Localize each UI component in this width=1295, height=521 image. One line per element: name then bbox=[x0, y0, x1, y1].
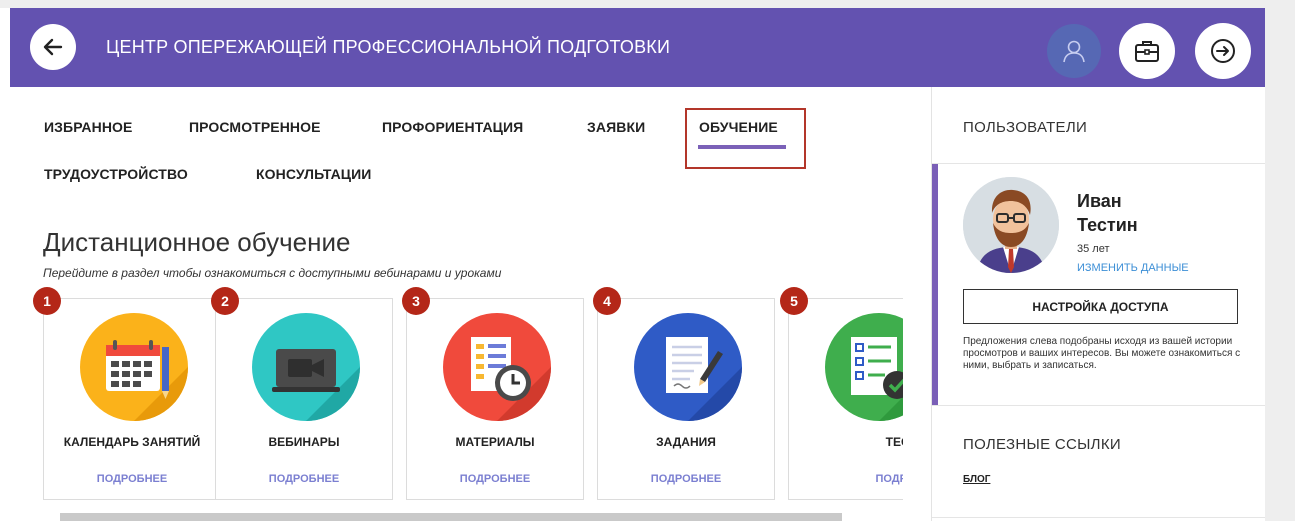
tab-viewed[interactable]: ПРОСМОТРЕННОЕ bbox=[189, 119, 321, 135]
back-button[interactable] bbox=[30, 24, 76, 70]
useful-links-title: ПОЛЕЗНЫЕ ССЫЛКИ bbox=[963, 436, 1121, 453]
horizontal-scrollbar[interactable] bbox=[60, 513, 842, 521]
tab-learning[interactable]: ОБУЧЕНИЕ bbox=[699, 119, 778, 135]
user-icon bbox=[1063, 40, 1085, 63]
document-pen-icon bbox=[634, 313, 742, 421]
user-name: Иван Тестин bbox=[1077, 189, 1138, 237]
left-gutter bbox=[0, 8, 10, 521]
card-number-badge: 4 bbox=[593, 287, 621, 315]
main-content: ИЗБРАННОЕ ПРОСМОТРЕННОЕ ПРОФОРИЕНТАЦИЯ З… bbox=[10, 87, 930, 521]
calendar-icon bbox=[80, 313, 188, 421]
access-settings-button[interactable]: НАСТРОЙКА ДОСТУПА bbox=[963, 289, 1238, 324]
app-header: ЦЕНТР ОПЕРЕЖАЮЩЕЙ ПРОФЕССИОНАЛЬНОЙ ПОДГО… bbox=[10, 8, 1265, 87]
card-number-badge: 3 bbox=[402, 287, 430, 315]
checklist-icon bbox=[825, 313, 903, 421]
edit-profile-link[interactable]: ИЗМЕНИТЬ ДАННЫЕ bbox=[1077, 262, 1189, 274]
card-more-link[interactable]: ПОДРОБНЕЕ bbox=[598, 473, 774, 485]
tab-employment[interactable]: ТРУДОУСТРОЙСТВО bbox=[44, 166, 188, 182]
arrow-left-icon bbox=[43, 38, 63, 56]
user-age: 35 лет bbox=[1077, 243, 1110, 255]
card-tasks[interactable]: ЗАДАНИЯ ПОДРОБНЕЕ bbox=[597, 298, 775, 500]
top-strip bbox=[0, 0, 1295, 8]
recommendation-note: Предложения слева подобраны исходя из ва… bbox=[963, 336, 1241, 371]
divider bbox=[932, 163, 1265, 164]
briefcase-icon bbox=[1135, 41, 1159, 62]
tab-applications[interactable]: ЗАЯВКИ bbox=[587, 119, 645, 135]
card-label: ТЕСТЫ bbox=[885, 435, 903, 449]
card-materials[interactable]: МАТЕРИАЛЫ ПОДРОБНЕЕ bbox=[406, 298, 584, 500]
card-webinars[interactable]: ВЕБИНАРЫ ПОДРОБНЕЕ bbox=[215, 298, 393, 500]
card-label: ВЕБИНАРЫ bbox=[268, 435, 340, 449]
user-last-name: Тестин bbox=[1077, 215, 1138, 235]
profile-accent-bar bbox=[932, 164, 938, 405]
card-calendar[interactable]: КАЛЕНДАРЬ ЗАНЯТИЙ ПОДРОБНЕЕ bbox=[43, 298, 221, 500]
card-number-badge: 1 bbox=[33, 287, 61, 315]
active-tab-underline bbox=[698, 145, 786, 149]
portfolio-button[interactable] bbox=[1119, 23, 1175, 79]
user-avatar-button[interactable] bbox=[1047, 24, 1101, 78]
card-more-link[interactable]: ПОДРОБНЕ bbox=[789, 473, 903, 485]
users-title: ПОЛЬЗОВАТЕЛИ bbox=[963, 119, 1088, 136]
user-first-name: Иван bbox=[1077, 191, 1122, 211]
card-label: МАТЕРИАЛЫ bbox=[455, 435, 535, 449]
video-camera-icon bbox=[252, 313, 360, 421]
exit-icon bbox=[1211, 39, 1235, 63]
tab-consultations[interactable]: КОНСУЛЬТАЦИИ bbox=[256, 166, 371, 182]
tab-career-guidance[interactable]: ПРОФОРИЕНТАЦИЯ bbox=[382, 119, 523, 135]
card-tests[interactable]: ТЕСТЫ ПОДРОБНЕ bbox=[788, 298, 903, 500]
tab-favorites[interactable]: ИЗБРАННОЕ bbox=[44, 119, 132, 135]
section-subtitle: Перейдите в раздел чтобы ознакомиться с … bbox=[43, 266, 502, 280]
card-label: ЗАДАНИЯ bbox=[656, 435, 716, 449]
document-clock-icon bbox=[443, 313, 551, 421]
card-more-link[interactable]: ПОДРОБНЕЕ bbox=[216, 473, 392, 485]
card-label: КАЛЕНДАРЬ ЗАНЯТИЙ bbox=[63, 435, 201, 449]
header-title: ЦЕНТР ОПЕРЕЖАЮЩЕЙ ПРОФЕССИОНАЛЬНОЙ ПОДГО… bbox=[106, 37, 671, 57]
divider bbox=[932, 517, 1265, 518]
logout-button[interactable] bbox=[1195, 23, 1251, 79]
blog-link[interactable]: БЛОГ bbox=[963, 474, 990, 485]
sidebar: ПОЛЬЗОВАТЕЛИ Иван Тестин 35 лет ИЗМЕНИТЬ… bbox=[931, 87, 1265, 521]
card-more-link[interactable]: ПОДРОБНЕЕ bbox=[407, 473, 583, 485]
divider bbox=[932, 405, 1265, 406]
section-title: Дистанционное обучение bbox=[43, 227, 351, 257]
avatar bbox=[963, 177, 1059, 273]
right-gutter bbox=[1265, 8, 1295, 521]
card-more-link[interactable]: ПОДРОБНЕЕ bbox=[44, 473, 220, 485]
card-number-badge: 2 bbox=[211, 287, 239, 315]
card-number-badge: 5 bbox=[780, 287, 808, 315]
